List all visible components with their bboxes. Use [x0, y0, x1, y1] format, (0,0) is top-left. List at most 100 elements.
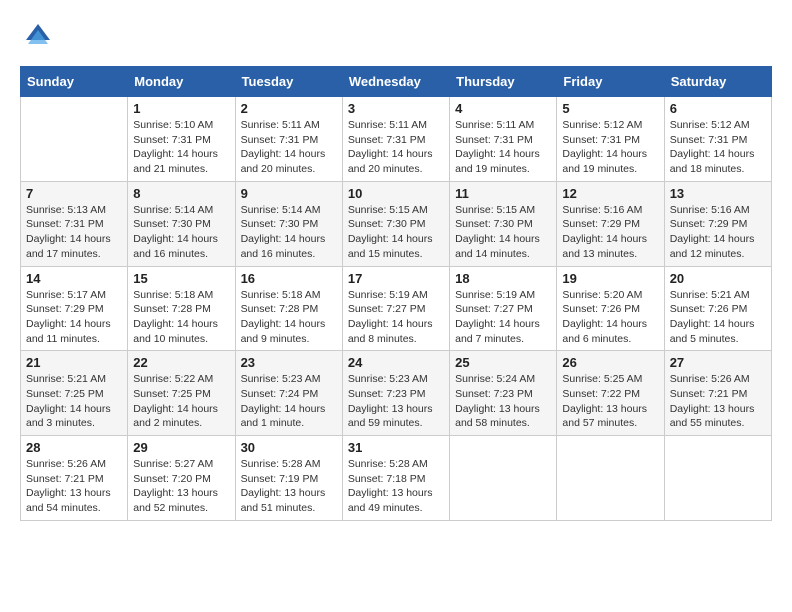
calendar-cell: 12 Sunrise: 5:16 AM Sunset: 7:29 PM Dayli…: [557, 181, 664, 266]
day-info: Sunrise: 5:17 AM Sunset: 7:29 PM Dayligh…: [26, 288, 122, 347]
day-number: 17: [348, 271, 444, 286]
calendar-cell: 11 Sunrise: 5:15 AM Sunset: 7:30 PM Dayli…: [450, 181, 557, 266]
day-number: 24: [348, 355, 444, 370]
calendar-table: SundayMondayTuesdayWednesdayThursdayFrid…: [20, 66, 772, 521]
day-number: 8: [133, 186, 229, 201]
day-info: Sunrise: 5:26 AM Sunset: 7:21 PM Dayligh…: [670, 372, 766, 431]
calendar-cell: 19Sunrise: 5:20 AM Sunset: 7:26 PM Dayli…: [557, 266, 664, 351]
day-number: 6: [670, 101, 766, 116]
calendar-cell: 28Sunrise: 5:26 AM Sunset: 7:21 PM Dayli…: [21, 436, 128, 521]
day-number: 27: [670, 355, 766, 370]
calendar-cell: 20 Sunrise: 5:21 AM Sunset: 7:26 PM Dayli…: [664, 266, 771, 351]
day-info: Sunrise: 5:10 AM Sunset: 7:31 PM Dayligh…: [133, 118, 229, 177]
day-number: 12: [562, 186, 658, 201]
day-number: 15: [133, 271, 229, 286]
calendar-header: SundayMondayTuesdayWednesdayThursdayFrid…: [21, 67, 772, 97]
week-row-2: 7Sunrise: 5:13 AM Sunset: 7:31 PM Daylig…: [21, 181, 772, 266]
day-info: Sunrise: 5:27 AM Sunset: 7:20 PM Dayligh…: [133, 457, 229, 516]
calendar-cell: 10 Sunrise: 5:15 AM Sunset: 7:30 PM Dayli…: [342, 181, 449, 266]
calendar-cell: 8 Sunrise: 5:14 AM Sunset: 7:30 PM Daylig…: [128, 181, 235, 266]
column-header-thursday: Thursday: [450, 67, 557, 97]
day-number: 28: [26, 440, 122, 455]
day-info: Sunrise: 5:14 AM Sunset: 7:30 PM Dayligh…: [241, 203, 337, 262]
week-row-5: 28Sunrise: 5:26 AM Sunset: 7:21 PM Dayli…: [21, 436, 772, 521]
day-info: Sunrise: 5:16 AM Sunset: 7:29 PM Dayligh…: [670, 203, 766, 262]
calendar-cell: 18 Sunrise: 5:19 AM Sunset: 7:27 PM Dayli…: [450, 266, 557, 351]
day-number: 2: [241, 101, 337, 116]
day-info: Sunrise: 5:13 AM Sunset: 7:31 PM Dayligh…: [26, 203, 122, 262]
calendar-cell: 17Sunrise: 5:19 AM Sunset: 7:27 PM Dayli…: [342, 266, 449, 351]
day-info: Sunrise: 5:23 AM Sunset: 7:23 PM Dayligh…: [348, 372, 444, 431]
day-info: Sunrise: 5:11 AM Sunset: 7:31 PM Dayligh…: [241, 118, 337, 177]
calendar-cell: 31 Sunrise: 5:28 AM Sunset: 7:18 PM Dayli…: [342, 436, 449, 521]
calendar-cell: 21 Sunrise: 5:21 AM Sunset: 7:25 PM Dayli…: [21, 351, 128, 436]
calendar-cell: 9 Sunrise: 5:14 AM Sunset: 7:30 PM Daylig…: [235, 181, 342, 266]
column-header-tuesday: Tuesday: [235, 67, 342, 97]
day-number: 23: [241, 355, 337, 370]
day-number: 26: [562, 355, 658, 370]
column-header-friday: Friday: [557, 67, 664, 97]
day-number: 3: [348, 101, 444, 116]
day-info: Sunrise: 5:25 AM Sunset: 7:22 PM Dayligh…: [562, 372, 658, 431]
header-row: SundayMondayTuesdayWednesdayThursdayFrid…: [21, 67, 772, 97]
calendar-cell: 5Sunrise: 5:12 AM Sunset: 7:31 PM Daylig…: [557, 97, 664, 182]
day-info: Sunrise: 5:22 AM Sunset: 7:25 PM Dayligh…: [133, 372, 229, 431]
column-header-saturday: Saturday: [664, 67, 771, 97]
column-header-wednesday: Wednesday: [342, 67, 449, 97]
day-number: 10: [348, 186, 444, 201]
calendar-cell: 23 Sunrise: 5:23 AM Sunset: 7:24 PM Dayli…: [235, 351, 342, 436]
calendar-cell: 1 Sunrise: 5:10 AM Sunset: 7:31 PM Daylig…: [128, 97, 235, 182]
page-header: [20, 20, 772, 56]
calendar-cell: 26 Sunrise: 5:25 AM Sunset: 7:22 PM Dayli…: [557, 351, 664, 436]
day-info: Sunrise: 5:12 AM Sunset: 7:31 PM Dayligh…: [670, 118, 766, 177]
day-info: Sunrise: 5:15 AM Sunset: 7:30 PM Dayligh…: [455, 203, 551, 262]
calendar-cell: 2 Sunrise: 5:11 AM Sunset: 7:31 PM Daylig…: [235, 97, 342, 182]
calendar-cell: 6 Sunrise: 5:12 AM Sunset: 7:31 PM Daylig…: [664, 97, 771, 182]
column-header-sunday: Sunday: [21, 67, 128, 97]
day-number: 30: [241, 440, 337, 455]
logo: [20, 20, 60, 56]
calendar-cell: 24 Sunrise: 5:23 AM Sunset: 7:23 PM Dayli…: [342, 351, 449, 436]
calendar-cell: 13 Sunrise: 5:16 AM Sunset: 7:29 PM Dayli…: [664, 181, 771, 266]
calendar-cell: 29 Sunrise: 5:27 AM Sunset: 7:20 PM Dayli…: [128, 436, 235, 521]
week-row-3: 14Sunrise: 5:17 AM Sunset: 7:29 PM Dayli…: [21, 266, 772, 351]
day-number: 13: [670, 186, 766, 201]
day-info: Sunrise: 5:15 AM Sunset: 7:30 PM Dayligh…: [348, 203, 444, 262]
day-info: Sunrise: 5:23 AM Sunset: 7:24 PM Dayligh…: [241, 372, 337, 431]
day-info: Sunrise: 5:11 AM Sunset: 7:31 PM Dayligh…: [455, 118, 551, 177]
calendar-cell: [21, 97, 128, 182]
day-info: Sunrise: 5:19 AM Sunset: 7:27 PM Dayligh…: [455, 288, 551, 347]
day-info: Sunrise: 5:12 AM Sunset: 7:31 PM Dayligh…: [562, 118, 658, 177]
day-info: Sunrise: 5:18 AM Sunset: 7:28 PM Dayligh…: [241, 288, 337, 347]
week-row-1: 1 Sunrise: 5:10 AM Sunset: 7:31 PM Daylig…: [21, 97, 772, 182]
calendar-cell: [557, 436, 664, 521]
day-info: Sunrise: 5:28 AM Sunset: 7:19 PM Dayligh…: [241, 457, 337, 516]
day-number: 21: [26, 355, 122, 370]
day-number: 20: [670, 271, 766, 286]
day-info: Sunrise: 5:28 AM Sunset: 7:18 PM Dayligh…: [348, 457, 444, 516]
day-number: 29: [133, 440, 229, 455]
calendar-cell: 3Sunrise: 5:11 AM Sunset: 7:31 PM Daylig…: [342, 97, 449, 182]
day-info: Sunrise: 5:24 AM Sunset: 7:23 PM Dayligh…: [455, 372, 551, 431]
calendar-cell: 22Sunrise: 5:22 AM Sunset: 7:25 PM Dayli…: [128, 351, 235, 436]
calendar-cell: 25 Sunrise: 5:24 AM Sunset: 7:23 PM Dayli…: [450, 351, 557, 436]
day-number: 11: [455, 186, 551, 201]
day-info: Sunrise: 5:21 AM Sunset: 7:25 PM Dayligh…: [26, 372, 122, 431]
calendar-cell: 14Sunrise: 5:17 AM Sunset: 7:29 PM Dayli…: [21, 266, 128, 351]
calendar-cell: 27 Sunrise: 5:26 AM Sunset: 7:21 PM Dayli…: [664, 351, 771, 436]
day-number: 1: [133, 101, 229, 116]
day-info: Sunrise: 5:14 AM Sunset: 7:30 PM Dayligh…: [133, 203, 229, 262]
day-number: 25: [455, 355, 551, 370]
day-number: 9: [241, 186, 337, 201]
day-number: 31: [348, 440, 444, 455]
calendar-cell: 15Sunrise: 5:18 AM Sunset: 7:28 PM Dayli…: [128, 266, 235, 351]
calendar-cell: 7Sunrise: 5:13 AM Sunset: 7:31 PM Daylig…: [21, 181, 128, 266]
day-info: Sunrise: 5:16 AM Sunset: 7:29 PM Dayligh…: [562, 203, 658, 262]
calendar-cell: 16Sunrise: 5:18 AM Sunset: 7:28 PM Dayli…: [235, 266, 342, 351]
column-header-monday: Monday: [128, 67, 235, 97]
day-number: 19: [562, 271, 658, 286]
day-info: Sunrise: 5:21 AM Sunset: 7:26 PM Dayligh…: [670, 288, 766, 347]
week-row-4: 21 Sunrise: 5:21 AM Sunset: 7:25 PM Dayli…: [21, 351, 772, 436]
day-number: 18: [455, 271, 551, 286]
calendar-cell: [664, 436, 771, 521]
